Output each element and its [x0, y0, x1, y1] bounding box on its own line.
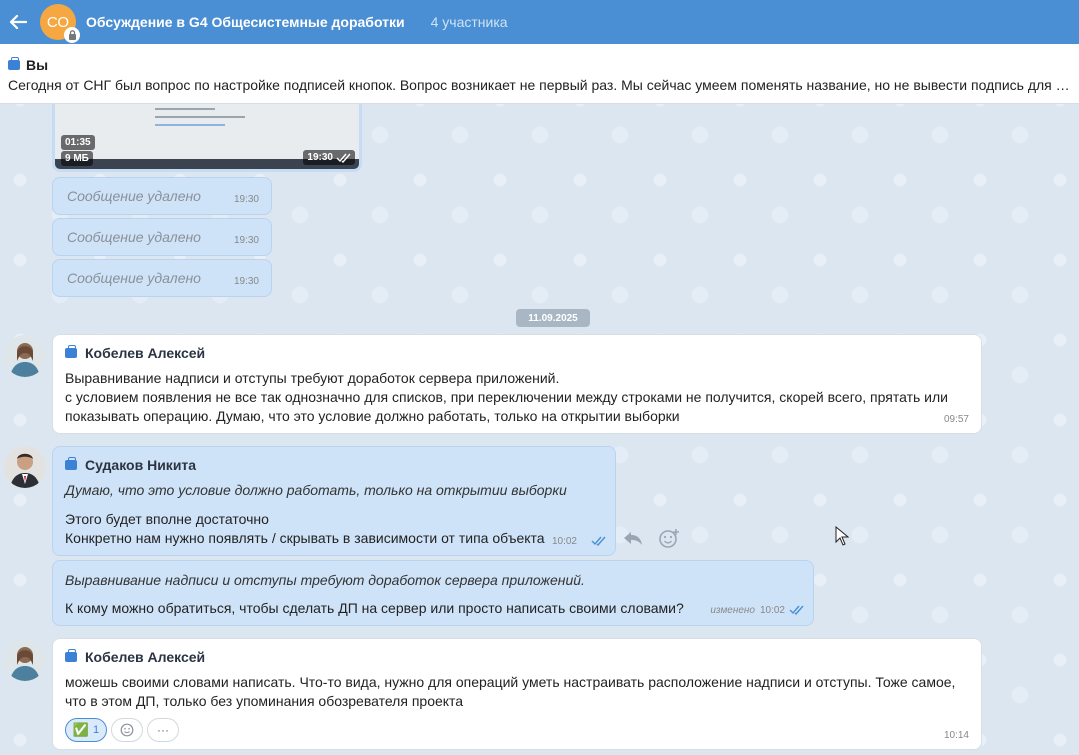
- message-text-line: с условием появления не все так однознач…: [65, 389, 948, 405]
- lock-icon: [64, 27, 80, 43]
- message-time: 09:57: [943, 414, 969, 425]
- check-mark-emoji-icon: ✅: [72, 722, 90, 737]
- pinned-author: Вы: [26, 57, 49, 73]
- arrow-left-icon: [9, 14, 27, 30]
- read-checks-icon: [336, 153, 351, 163]
- deleted-message[interactable]: Сообщение удалено 19:30: [52, 218, 272, 256]
- briefcase-icon: [65, 345, 77, 358]
- author-name: Кобелев Алексей: [85, 345, 206, 361]
- message-bubble[interactable]: Выравнивание надписи и отступы требуют д…: [52, 560, 814, 626]
- thumbnail-detail: [155, 116, 245, 118]
- thumbnail-detail: [155, 124, 225, 126]
- more-reactions-button[interactable]: ···: [147, 718, 179, 742]
- message-text-line: Этого будет вполне достаточно: [65, 511, 269, 527]
- message-time: 19:30: [233, 276, 259, 287]
- author-name: Кобелев Алексей: [85, 649, 206, 665]
- reaction-count: 1: [93, 724, 100, 736]
- participants-count[interactable]: 4 участника: [431, 14, 508, 30]
- message-text-line: Конкретно нам нужно появлять / скрывать …: [65, 530, 545, 546]
- message-text-line: К кому можно обратиться, чтобы сделать Д…: [65, 600, 684, 616]
- message-time: 10:02: [759, 605, 785, 616]
- message-bubble[interactable]: Кобелев Алексей можешь своими словами на…: [52, 638, 982, 750]
- deleted-message[interactable]: Сообщение удалено 19:30: [52, 177, 272, 215]
- deleted-label: Сообщение удалено: [67, 188, 201, 204]
- chat-avatar[interactable]: СО: [40, 4, 80, 43]
- message-text-line: что в этом ДП, только без упоминания обо…: [65, 693, 464, 709]
- message-bubble[interactable]: Кобелев Алексей Выравнивание надписи и о…: [52, 334, 982, 434]
- message-text-line: можешь своими словами написать. Что-то в…: [65, 674, 956, 690]
- reply-icon[interactable]: [622, 528, 644, 548]
- video-size: 9 МБ: [61, 151, 93, 166]
- mouse-cursor-icon: [835, 525, 850, 546]
- video-time-label: 19:30: [307, 152, 333, 163]
- author-name: Судаков Никита: [85, 457, 197, 473]
- add-reaction-icon[interactable]: [657, 527, 681, 549]
- user-avatar-sudakov[interactable]: [4, 446, 46, 488]
- back-button[interactable]: [0, 0, 36, 44]
- message-text-line: Выравнивание надписи и отступы требуют д…: [65, 370, 560, 386]
- deleted-label: Сообщение удалено: [67, 229, 201, 245]
- edited-label: изменено: [710, 605, 755, 616]
- message-time: 10:14: [943, 730, 969, 741]
- read-checks-icon: [789, 605, 804, 615]
- video-duration: 01:35: [61, 135, 95, 150]
- briefcase-icon: [65, 457, 77, 470]
- smile-icon: [120, 723, 134, 737]
- message-time: 19:30: [233, 235, 259, 246]
- chat-avatar-initials: СО: [46, 13, 70, 31]
- chat-header: СО Обсуждение в G4 Общесистемные доработ…: [0, 0, 1079, 44]
- message-author[interactable]: Кобелев Алексей: [65, 345, 205, 361]
- user-avatar-kobelev[interactable]: [4, 335, 46, 377]
- reaction-chip[interactable]: ✅ 1: [65, 718, 107, 742]
- date-divider: 11.09.2025: [516, 309, 590, 327]
- message-author[interactable]: Судаков Никита: [65, 457, 196, 473]
- quoted-text[interactable]: Выравнивание надписи и отступы требуют д…: [65, 572, 585, 588]
- user-avatar-kobelev[interactable]: [4, 639, 46, 681]
- add-reaction-button[interactable]: [111, 718, 143, 742]
- pinned-text: Сегодня от СНГ был вопрос по настройке п…: [8, 77, 1075, 93]
- video-message[interactable]: 01:35 9 МБ 19:30: [52, 104, 362, 172]
- thumbnail-detail: [155, 108, 215, 110]
- read-checks-icon: [591, 536, 606, 546]
- quoted-text[interactable]: Думаю, что это условие должно работать, …: [65, 482, 567, 498]
- deleted-label: Сообщение удалено: [67, 270, 201, 286]
- chat-title[interactable]: Обсуждение в G4 Общесистемные доработки: [86, 14, 405, 30]
- ellipsis-icon: ···: [157, 723, 169, 737]
- message-text-line: показывать операцию. Думаю, что это усло…: [65, 408, 680, 424]
- message-time: 19:30: [233, 194, 259, 205]
- pinned-message[interactable]: Вы Сегодня от СНГ был вопрос по настройк…: [0, 44, 1079, 104]
- briefcase-icon: [8, 57, 20, 70]
- message-bubble[interactable]: Судаков Никита Думаю, что это условие до…: [52, 446, 616, 556]
- briefcase-icon: [65, 649, 77, 662]
- deleted-message[interactable]: Сообщение удалено 19:30: [52, 259, 272, 297]
- message-author[interactable]: Кобелев Алексей: [65, 649, 205, 665]
- message-time: 10:02: [551, 536, 577, 547]
